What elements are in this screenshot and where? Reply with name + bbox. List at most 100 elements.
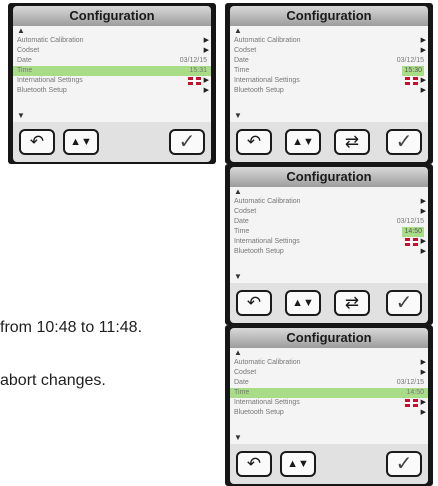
config-screen-1: Configuration ▲ Automatic Calibration ▶ … [8,3,216,164]
uk-flag-icon [405,399,418,407]
chevron-right-icon: ▶ [420,198,426,205]
uk-flag-icon [188,77,201,85]
scroll-up-icon[interactable]: ▲ [234,188,242,196]
row-label: International Settings [234,77,300,84]
row-label: Time [234,389,250,396]
row-automatic-calibration[interactable]: Automatic Calibration ▶ [13,36,211,46]
row-label: Date [234,218,249,225]
row-codset[interactable]: Codset ▶ [13,46,211,56]
button-bar: ↶ ▲▼ ⇄ ✓ [230,122,428,162]
chevron-right-icon: ▶ [420,208,426,215]
back-button[interactable]: ↶ [236,451,272,477]
row-label: Bluetooth Setup [234,409,284,416]
row-label: Time [234,67,250,74]
row-label: Time [234,228,250,235]
scroll-down-icon[interactable]: ▼ [17,112,25,120]
row-label: Bluetooth Setup [17,87,67,94]
row-label: Bluetooth Setup [234,248,284,255]
uk-flag-icon [405,77,418,85]
row-codset[interactable]: Codset ▶ [230,368,428,378]
row-international-settings[interactable]: International Settings ▶ [13,76,211,86]
scroll-down-icon[interactable]: ▼ [234,112,242,120]
row-label: Date [17,57,32,64]
chevron-right-icon: ▶ [420,248,426,255]
settings-list: ▲ Automatic Calibration ▶ Codset ▶ Date … [230,187,428,283]
row-label: Codset [234,369,257,376]
settings-list: ▲ Automatic Calibration ▶ Codset ▶ Date … [13,26,211,122]
row-label: Codset [17,47,40,54]
row-date[interactable]: Date 03/12/15 [13,56,211,66]
row-label: International Settings [234,238,300,245]
button-bar: ↶ ▲▼ ✓ [13,122,211,162]
confirm-button[interactable]: ✓ [386,290,422,316]
row-label: Date [234,379,249,386]
row-international-settings[interactable]: International Settings ▶ [230,398,428,408]
row-label: Automatic Calibration [234,198,301,205]
button-bar: ↶ ▲▼ ⇄ ✓ [230,283,428,323]
row-date[interactable]: Date 03/12/15 [230,217,428,227]
row-international-settings[interactable]: International Settings ▶ [230,237,428,247]
row-time[interactable]: Time 15:30 [230,66,428,76]
chevron-right-icon: ▶ [203,87,209,94]
back-button[interactable]: ↶ [236,129,272,155]
cycle-button[interactable]: ⇄ [334,129,370,155]
up-down-button[interactable]: ▲▼ [285,290,321,316]
scroll-down-icon[interactable]: ▼ [234,273,242,281]
chevron-right-icon: ▶ [420,87,426,94]
screen-title: Configuration [230,328,428,348]
config-screen-3: Configuration ▲ Automatic Calibration ▶ … [225,164,433,325]
up-down-button[interactable]: ▲▼ [63,129,99,155]
cycle-button[interactable]: ⇄ [334,290,370,316]
row-value: 03/12/15 [396,57,424,64]
screen-title: Configuration [230,6,428,26]
row-automatic-calibration[interactable]: Automatic Calibration ▶ [230,36,428,46]
confirm-button[interactable]: ✓ [386,129,422,155]
scroll-up-icon[interactable]: ▲ [234,349,242,357]
row-label: Automatic Calibration [17,37,84,44]
row-date[interactable]: Date 03/12/15 [230,378,428,388]
row-time[interactable]: Time 14:50 [230,388,428,398]
scroll-up-icon[interactable]: ▲ [234,27,242,35]
row-label: Time [17,67,33,74]
row-bluetooth-setup[interactable]: Bluetooth Setup ▶ [13,86,211,96]
button-bar: ↶ ▲▼ ✓ [230,444,428,484]
chevron-right-icon: ▶ [420,399,426,406]
row-bluetooth-setup[interactable]: Bluetooth Setup ▶ [230,86,428,96]
up-down-button[interactable]: ▲▼ [285,129,321,155]
chevron-right-icon: ▶ [420,77,426,84]
confirm-button[interactable]: ✓ [169,129,205,155]
row-international-settings[interactable]: International Settings ▶ [230,76,428,86]
row-label: Automatic Calibration [234,37,301,44]
row-time[interactable]: Time 15:31 [13,66,211,76]
settings-list: ▲ Automatic Calibration ▶ Codset ▶ Date … [230,348,428,444]
row-automatic-calibration[interactable]: Automatic Calibration ▶ [230,358,428,368]
chevron-right-icon: ▶ [203,37,209,44]
confirm-button[interactable]: ✓ [386,451,422,477]
row-automatic-calibration[interactable]: Automatic Calibration ▶ [230,197,428,207]
row-time[interactable]: Time 14:50 [230,227,428,237]
row-label: Bluetooth Setup [234,87,284,94]
scroll-down-icon[interactable]: ▼ [234,434,242,442]
back-button[interactable]: ↶ [19,129,55,155]
caption-abort-changes: abort changes. [0,372,106,389]
row-codset[interactable]: Codset ▶ [230,46,428,56]
row-codset[interactable]: Codset ▶ [230,207,428,217]
row-label: Automatic Calibration [234,359,301,366]
row-bluetooth-setup[interactable]: Bluetooth Setup ▶ [230,408,428,418]
row-label: Date [234,57,249,64]
row-value: 14:50 [406,389,424,396]
config-screen-4: Configuration ▲ Automatic Calibration ▶ … [225,325,433,486]
up-down-button[interactable]: ▲▼ [280,451,316,477]
screen-title: Configuration [13,6,211,26]
config-screen-2: Configuration ▲ Automatic Calibration ▶ … [225,3,433,164]
row-label: Codset [234,47,257,54]
row-value: 03/12/15 [396,218,424,225]
row-label: Codset [234,208,257,215]
row-bluetooth-setup[interactable]: Bluetooth Setup ▶ [230,247,428,257]
row-value: 03/12/15 [396,379,424,386]
row-date[interactable]: Date 03/12/15 [230,56,428,66]
chevron-right-icon: ▶ [420,359,426,366]
back-button[interactable]: ↶ [236,290,272,316]
scroll-up-icon[interactable]: ▲ [17,27,25,35]
chevron-right-icon: ▶ [420,238,426,245]
